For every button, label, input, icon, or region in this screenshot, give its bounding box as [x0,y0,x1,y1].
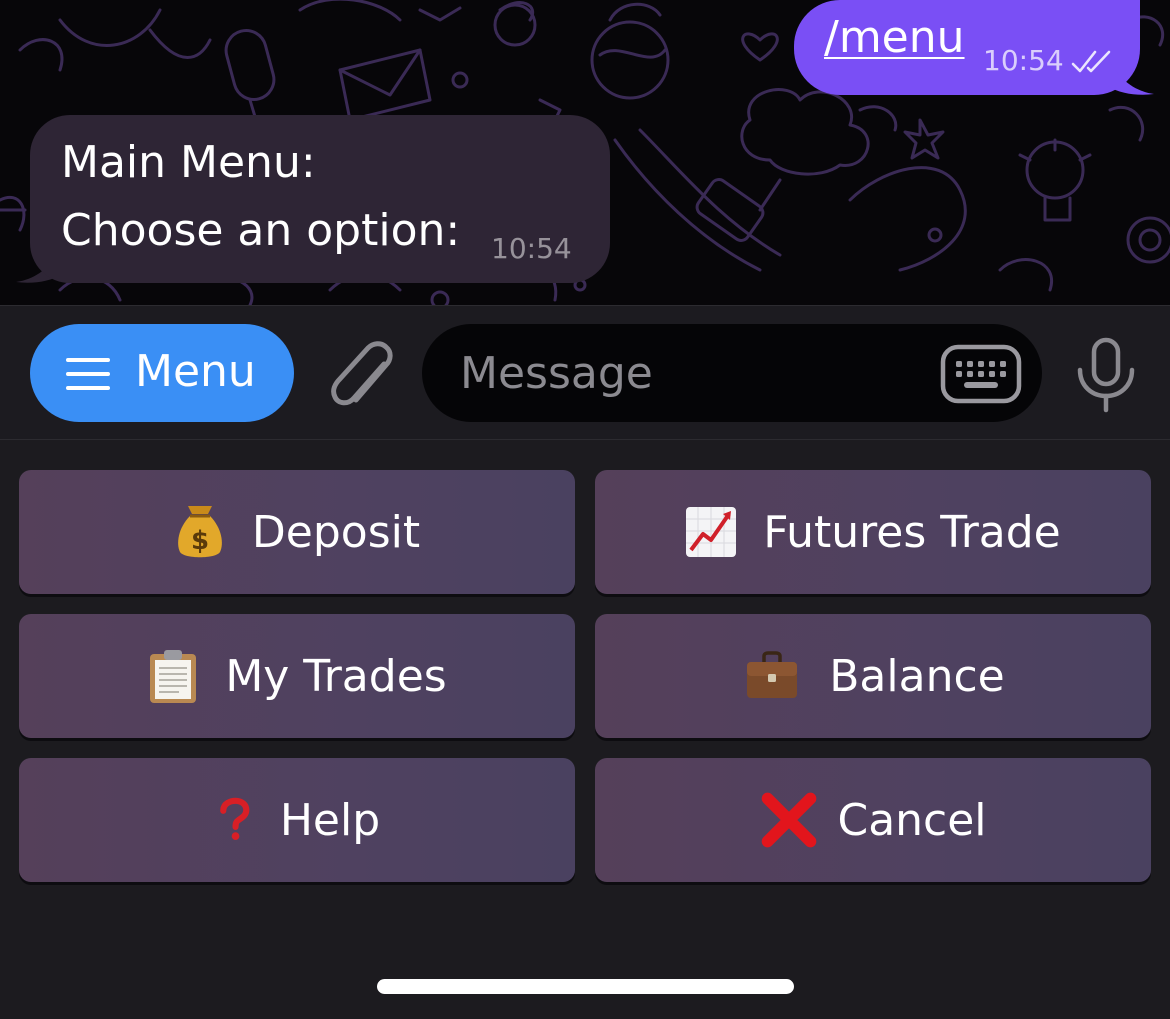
cancel-label: Cancel [837,794,987,846]
briefcase-icon [747,651,798,698]
balance-label: Balance [829,650,1005,702]
clipboard-icon [150,650,197,703]
chart-increasing-icon [686,507,737,557]
outgoing-message-time: 10:54 [983,44,1064,77]
balance-button[interactable]: Balance [595,614,1151,738]
futures-trade-label: Futures Trade [763,506,1061,558]
bot-menu-button[interactable]: Menu [30,324,294,422]
home-indicator[interactable] [377,979,794,994]
paperclip-icon[interactable] [320,334,396,414]
my-trades-label: My Trades [225,650,447,702]
outgoing-message-bubble[interactable]: /menu 10:54 [794,0,1140,95]
question-mark-icon [219,797,250,840]
deposit-label: Deposit [251,506,421,558]
hamburger-icon [66,358,110,390]
deposit-button[interactable]: $ Deposit [19,470,575,594]
incoming-message-time: 10:54 [491,232,572,265]
my-trades-button[interactable]: My Trades [19,614,575,738]
menu-command-link[interactable]: /menu [824,12,965,63]
outgoing-bubble-tail [1108,58,1154,95]
help-button[interactable]: Help [19,758,575,882]
chat-area[interactable]: /menu 10:54 Main Menu: Choose an option:… [0,0,1170,305]
cancel-button[interactable]: Cancel [595,758,1151,882]
menu-button-label: Menu [135,346,256,397]
bot-reply-keyboard: $ Deposit Futures Trade My Trades Balanc… [0,440,1170,1019]
message-prompt-line: Choose an option: [61,205,461,256]
message-input-bar: Menu [0,305,1170,440]
microphone-icon[interactable] [1074,336,1138,414]
message-field[interactable] [422,324,1042,422]
money-bag-icon: $ [178,506,222,558]
message-input[interactable] [460,324,930,422]
futures-trade-button[interactable]: Futures Trade [595,470,1151,594]
svg-text:$: $ [191,526,209,556]
keyboard-icon[interactable] [940,344,1022,404]
telegram-chat-screen: /menu 10:54 Main Menu: Choose an option:… [0,0,1170,1019]
cross-mark-icon [762,792,817,848]
help-label: Help [279,794,381,846]
incoming-message-bubble[interactable]: Main Menu: Choose an option: 10:54 [30,115,610,283]
message-title-line: Main Menu: [61,137,316,188]
